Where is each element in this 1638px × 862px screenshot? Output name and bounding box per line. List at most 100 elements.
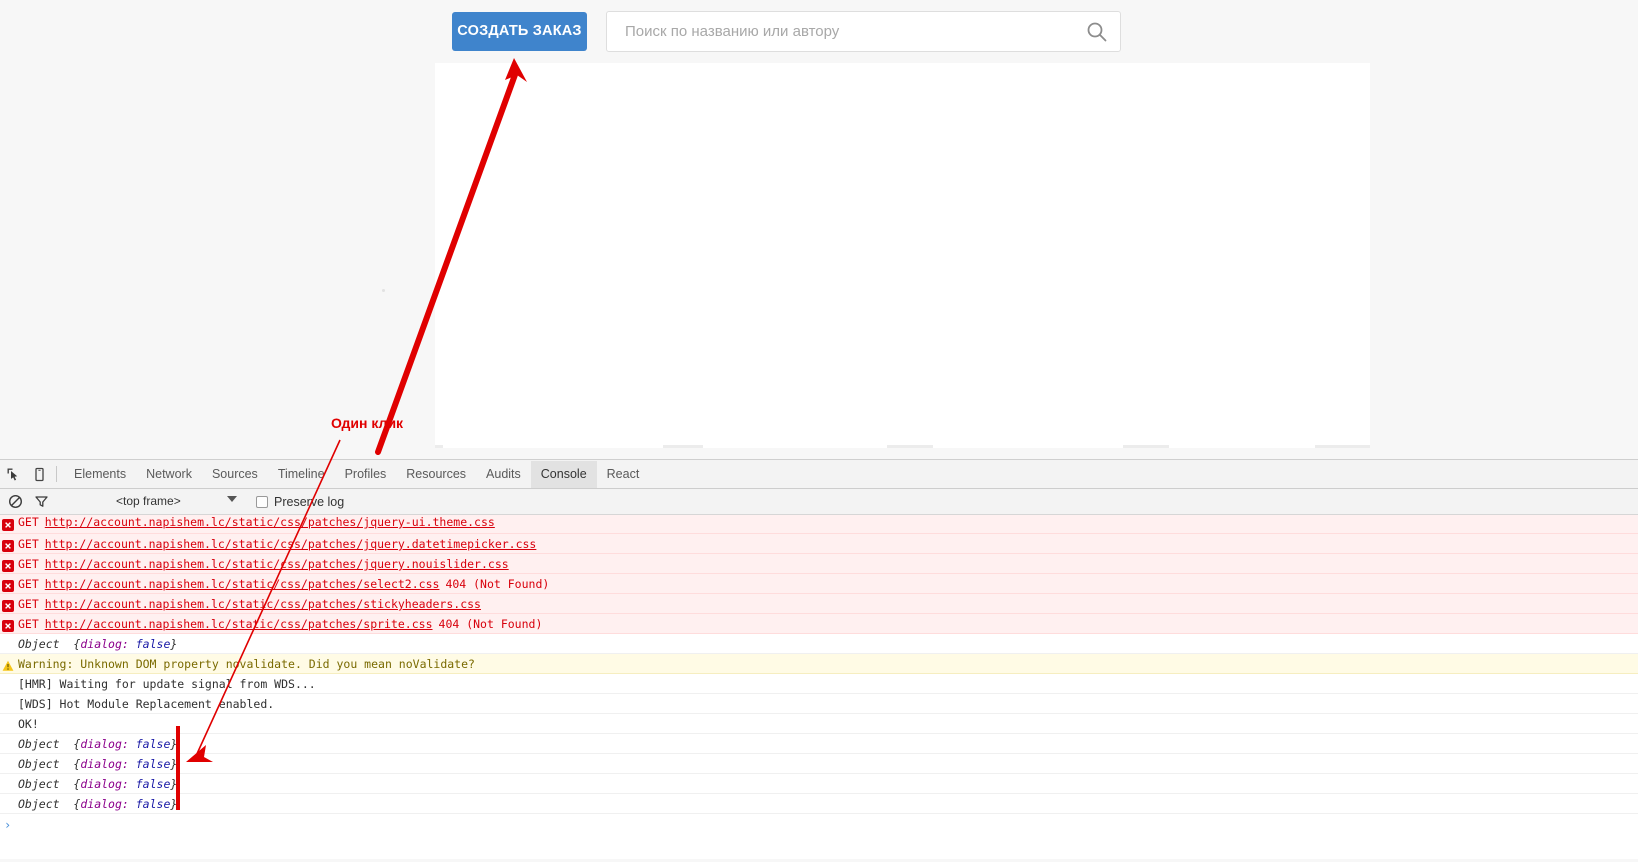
console-status: 404 (Not Found) [445, 577, 550, 591]
card-edge-mark [1123, 445, 1169, 448]
application-viewport: СОЗДАТЬ ЗАКАЗ [0, 0, 1638, 459]
error-icon [2, 578, 14, 592]
console-row[interactable]: GET http://account.napishem.lc/static/css… [0, 554, 1638, 574]
console-url[interactable]: http://account.napishem.lc/static/css/pa… [45, 577, 440, 591]
console-row[interactable]: OK! [0, 714, 1638, 734]
tab-sources[interactable]: Sources [202, 461, 268, 488]
filter-icon[interactable] [28, 489, 54, 515]
console-row[interactable]: Warning: Unknown DOM property novalidate… [0, 654, 1638, 674]
chevron-down-icon [227, 495, 237, 502]
console-row[interactable]: GET http://account.napishem.lc/static/css… [0, 614, 1638, 634]
console-http-method: GET [18, 597, 39, 611]
object-open-brace: { [66, 797, 81, 811]
object-key: dialog: [80, 757, 129, 771]
object-key: dialog: [80, 737, 129, 751]
object-key: dialog: [80, 797, 129, 811]
console-message: Warning: Unknown DOM property novalidate… [18, 657, 475, 671]
tab-audits[interactable]: Audits [476, 461, 531, 488]
object-key: dialog: [80, 777, 129, 791]
object-close-brace: } [170, 637, 178, 651]
content-card [435, 63, 1370, 448]
device-toolbar-icon[interactable] [26, 461, 52, 487]
object-open-brace: { [66, 637, 81, 651]
create-order-button[interactable]: СОЗДАТЬ ЗАКАЗ [452, 12, 587, 51]
console-input-prompt[interactable]: › [0, 814, 1638, 836]
console-row[interactable]: Object {dialog: false} [0, 794, 1638, 814]
preserve-log-label: Preserve log [274, 494, 345, 509]
tab-timeline[interactable]: Timeline [268, 461, 335, 488]
object-value: false [135, 737, 171, 751]
object-close-brace: } [170, 737, 178, 751]
console-filter-bar: <top frame> Preserve log [0, 489, 1638, 515]
warning-icon [2, 658, 14, 671]
error-icon [2, 538, 14, 552]
tab-console[interactable]: Console [530, 460, 597, 488]
decorative-dot [382, 289, 385, 292]
console-row[interactable]: [HMR] Waiting for update signal from WDS… [0, 674, 1638, 694]
console-message: [HMR] Waiting for update signal from WDS… [18, 677, 316, 691]
console-status: 404 (Not Found) [438, 617, 543, 631]
object-close-brace: } [170, 797, 178, 811]
object-label: Object [18, 797, 60, 811]
prompt-caret-icon: › [4, 818, 12, 832]
console-output[interactable]: GET http://account.napishem.lc/static/css… [0, 515, 1638, 859]
console-row[interactable]: Object {dialog: false} [0, 734, 1638, 754]
console-row[interactable]: GET http://account.napishem.lc/static/css… [0, 574, 1638, 594]
console-http-method: GET [18, 515, 39, 529]
object-label: Object [18, 737, 60, 751]
console-row[interactable]: [WDS] Hot Module Replacement enabled. [0, 694, 1638, 714]
console-row[interactable]: GET http://account.napishem.lc/static/css… [0, 594, 1638, 614]
error-icon [2, 618, 14, 632]
card-edge-mark [1315, 445, 1370, 448]
error-icon [2, 598, 14, 612]
console-http-method: GET [18, 537, 39, 551]
console-message: [WDS] Hot Module Replacement enabled. [18, 697, 275, 711]
tab-resources[interactable]: Resources [396, 461, 476, 488]
object-close-brace: } [170, 777, 178, 791]
search-icon[interactable] [1086, 21, 1108, 43]
clear-console-icon[interactable] [2, 489, 28, 515]
object-open-brace: { [66, 737, 81, 751]
frame-select-label: <top frame> [116, 493, 181, 508]
console-http-method: GET [18, 557, 39, 571]
console-http-method: GET [18, 617, 39, 631]
console-url[interactable]: http://account.napishem.lc/static/css/pa… [45, 597, 481, 611]
inspect-element-icon[interactable] [0, 461, 26, 487]
frame-select[interactable]: <top frame> [64, 492, 237, 512]
object-key: dialog: [80, 637, 129, 651]
console-url[interactable]: http://account.napishem.lc/static/css/pa… [45, 515, 495, 529]
console-row[interactable]: Object {dialog: false} [0, 634, 1638, 654]
object-value: false [135, 757, 171, 771]
error-icon [2, 519, 14, 531]
object-value: false [135, 797, 171, 811]
search-input[interactable] [607, 12, 1077, 51]
tab-network[interactable]: Network [136, 461, 202, 488]
console-http-method: GET [18, 577, 39, 591]
console-url[interactable]: http://account.napishem.lc/static/css/pa… [45, 557, 509, 571]
preserve-log-toggle[interactable]: Preserve log [256, 495, 344, 509]
object-label: Object [18, 757, 60, 771]
card-edge-mark [887, 445, 933, 448]
console-row[interactable]: GET http://account.napishem.lc/static/css… [0, 515, 1638, 534]
preserve-log-checkbox[interactable] [256, 495, 268, 508]
app-toolbar: СОЗДАТЬ ЗАКАЗ [0, 0, 1638, 63]
object-open-brace: { [66, 777, 81, 791]
toolbar-divider [56, 466, 57, 482]
card-edge-mark [663, 445, 703, 448]
console-row[interactable]: Object {dialog: false} [0, 774, 1638, 794]
object-label: Object [18, 637, 60, 651]
object-open-brace: { [66, 757, 81, 771]
object-close-brace: } [170, 757, 178, 771]
object-value: false [135, 777, 171, 791]
console-url[interactable]: http://account.napishem.lc/static/css/pa… [45, 617, 433, 631]
tab-react[interactable]: React [597, 461, 650, 488]
console-url[interactable]: http://account.napishem.lc/static/css/pa… [45, 537, 537, 551]
devtools-tabbar: Elements Network Sources Timeline Profil… [0, 460, 1638, 489]
devtools-panel: Elements Network Sources Timeline Profil… [0, 459, 1638, 859]
console-row[interactable]: GET http://account.napishem.lc/static/css… [0, 534, 1638, 554]
console-row[interactable]: Object {dialog: false} [0, 754, 1638, 774]
tab-profiles[interactable]: Profiles [335, 461, 397, 488]
search-box[interactable] [606, 11, 1121, 52]
error-icon [2, 558, 14, 572]
tab-elements[interactable]: Elements [64, 461, 136, 488]
